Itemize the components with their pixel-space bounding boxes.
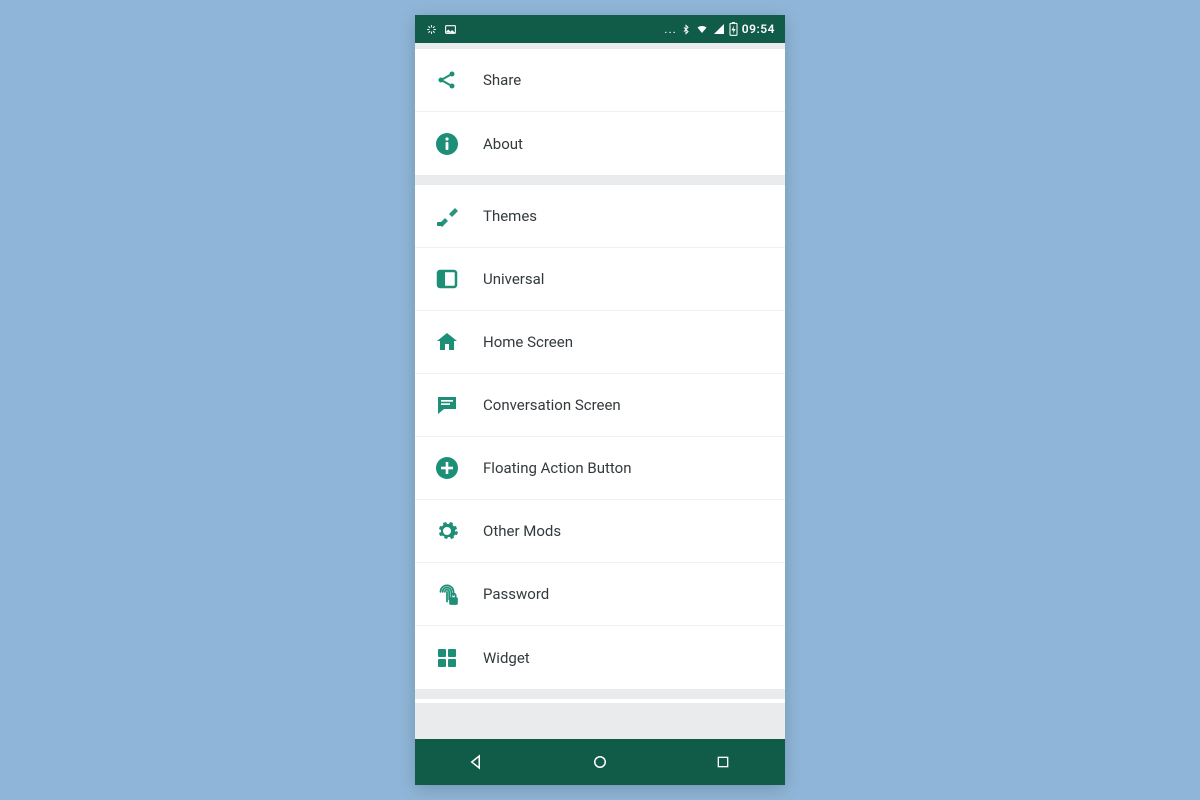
fab-row[interactable]: Floating Action Button (415, 437, 785, 500)
other-mods-label: Other Mods (483, 522, 561, 540)
phone-frame: ... (415, 15, 785, 785)
home-icon (433, 330, 461, 354)
info-icon (433, 132, 461, 156)
share-icon (433, 68, 461, 92)
more-icon: ... (664, 22, 677, 36)
about-label: About (483, 135, 523, 153)
settings-group-customize: Themes Universal Home Screen (415, 185, 785, 689)
status-bar: ... (415, 15, 785, 43)
other-mods-row[interactable]: Other Mods (415, 500, 785, 563)
fingerprint-icon (433, 581, 461, 607)
widget-row[interactable]: Widget (415, 626, 785, 689)
gear-icon (433, 519, 461, 543)
password-label: Password (483, 585, 549, 603)
battery-charging-icon (729, 22, 738, 36)
nav-recent-button[interactable] (699, 739, 747, 785)
about-row[interactable]: About (415, 112, 785, 175)
bluetooth-icon (681, 23, 691, 36)
share-label: Share (483, 71, 521, 89)
nav-back-button[interactable] (453, 739, 501, 785)
widget-label: Widget (483, 649, 530, 667)
home-screen-label: Home Screen (483, 333, 573, 351)
image-icon (444, 23, 457, 36)
loading-icon (425, 23, 438, 36)
widget-icon (433, 646, 461, 670)
wifi-icon (695, 23, 709, 35)
status-time: 09:54 (742, 22, 775, 36)
themes-label: Themes (483, 207, 537, 225)
themes-icon (433, 204, 461, 228)
fab-label: Floating Action Button (483, 459, 632, 477)
signal-icon (713, 23, 725, 35)
settings-group-general: Share About (415, 49, 785, 175)
plus-icon (433, 456, 461, 480)
android-nav-bar (415, 739, 785, 785)
universal-row[interactable]: Universal (415, 248, 785, 311)
universal-label: Universal (483, 270, 544, 288)
conversation-screen-row[interactable]: Conversation Screen (415, 374, 785, 437)
nav-home-button[interactable] (576, 739, 624, 785)
home-screen-row[interactable]: Home Screen (415, 311, 785, 374)
conversation-screen-label: Conversation Screen (483, 396, 621, 414)
password-row[interactable]: Password (415, 563, 785, 626)
chat-icon (433, 393, 461, 417)
themes-row[interactable]: Themes (415, 185, 785, 248)
share-row[interactable]: Share (415, 49, 785, 112)
universal-icon (433, 267, 461, 291)
settings-list: Share About (415, 43, 785, 739)
